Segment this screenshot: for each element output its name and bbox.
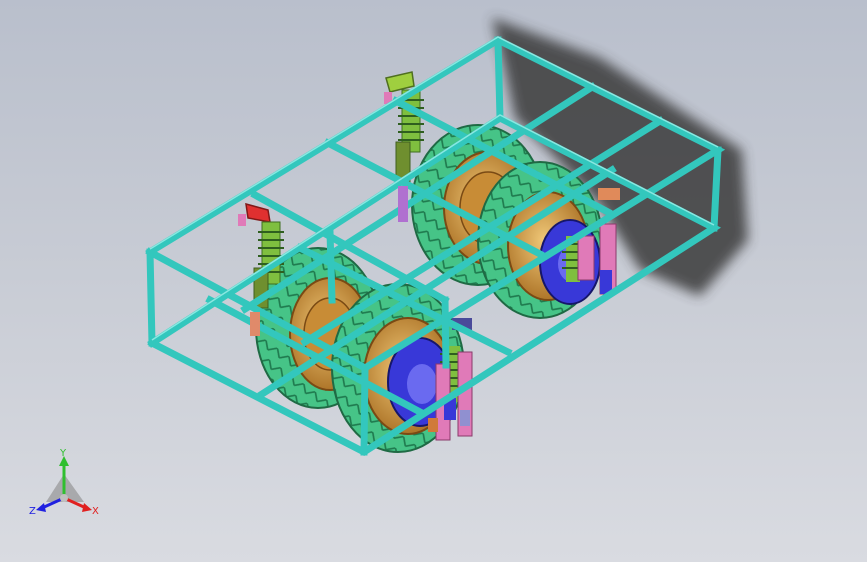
chassis-model-render[interactable] [0, 0, 867, 562]
triad-z-arrow [36, 503, 46, 512]
triad-y-label: Y [59, 448, 67, 459]
triad-z-label: Z [29, 506, 36, 517]
triad-x-label: X [92, 506, 99, 517]
cad-viewport[interactable]: Y X Z [0, 0, 867, 562]
axis-triad-icon[interactable]: Y X Z [26, 446, 106, 526]
triad-x-arrow [82, 503, 92, 512]
triad-origin [60, 494, 68, 502]
